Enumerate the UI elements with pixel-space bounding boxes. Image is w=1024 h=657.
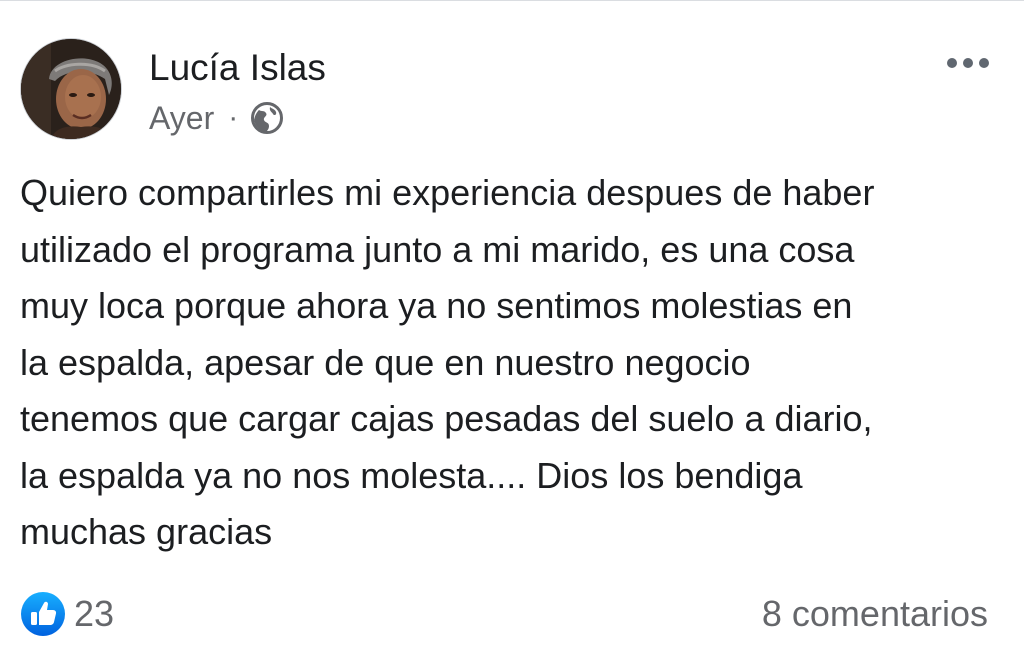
more-options-dot xyxy=(963,58,973,68)
post-text: Quiero compartirles mi experiencia despu… xyxy=(20,172,875,552)
post-card: Lucía Islas Ayer · Quiero compartirles m… xyxy=(0,0,1024,657)
post-timestamp[interactable]: Ayer xyxy=(149,100,214,137)
author-name[interactable]: Lucía Islas xyxy=(149,46,326,90)
author-avatar[interactable] xyxy=(20,38,122,140)
post-meta: Ayer · xyxy=(149,96,284,140)
post-footer: 23 8 comentarios xyxy=(0,586,1024,642)
reaction-count: 23 xyxy=(74,593,115,634)
avatar-photo xyxy=(21,39,121,139)
like-icon xyxy=(20,591,66,637)
globe-icon[interactable] xyxy=(250,101,284,135)
reactions-summary[interactable]: 23 xyxy=(20,589,114,639)
more-options-button[interactable] xyxy=(938,48,998,78)
more-options-icon xyxy=(947,58,957,68)
more-options-dot xyxy=(979,58,989,68)
meta-separator: · xyxy=(228,101,239,134)
comments-count-link[interactable]: 8 comentarios xyxy=(762,589,988,639)
